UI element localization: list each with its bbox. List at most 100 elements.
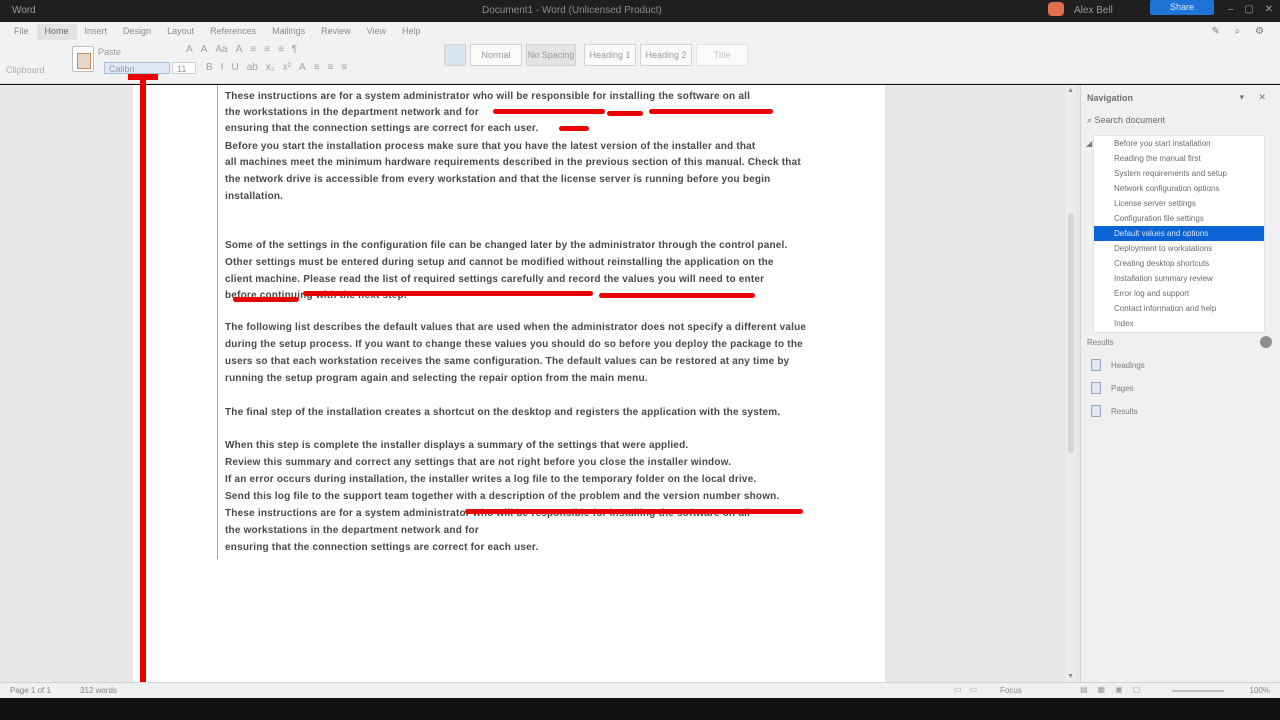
tab-insert[interactable]: Insert <box>77 24 116 40</box>
vertical-scrollbar[interactable]: ▲ ▼ <box>1066 85 1076 682</box>
pane-action[interactable]: Results <box>1091 405 1138 419</box>
tree-item[interactable]: Creating desktop shortcuts <box>1094 256 1264 271</box>
doc-line[interactable]: Before you start the installation proces… <box>225 141 755 152</box>
style-title[interactable]: Title <box>696 44 748 66</box>
shrink-font-icon[interactable]: A <box>201 44 208 55</box>
doc-line[interactable]: Send this log file to the support team t… <box>225 491 779 502</box>
tab-layout[interactable]: Layout <box>159 24 202 40</box>
style-heading1[interactable]: Heading 1 <box>584 44 636 66</box>
bold-icon[interactable]: B <box>206 62 213 73</box>
doc-line[interactable]: Other settings must be entered during se… <box>225 257 774 268</box>
bullets-icon[interactable]: ≡ <box>250 44 256 55</box>
heading-tree: ◢ Before you start installation Reading … <box>1086 135 1265 333</box>
tab-review[interactable]: Review <box>313 24 359 40</box>
zoom-slider[interactable] <box>1172 690 1224 692</box>
tab-view[interactable]: View <box>359 24 394 40</box>
tree-item-selected[interactable]: Default values and options <box>1094 226 1264 241</box>
scroll-down-icon[interactable]: ▼ <box>1067 673 1074 680</box>
tree-item[interactable]: Contact information and help <box>1094 301 1264 316</box>
doc-line[interactable]: ensuring that the connection settings ar… <box>225 542 538 553</box>
doc-line[interactable]: These instructions are for a system admi… <box>225 91 750 102</box>
doc-line[interactable]: all machines meet the minimum hardware r… <box>225 157 801 168</box>
doc-line[interactable]: ensuring that the connection settings ar… <box>225 123 538 134</box>
italic-icon[interactable]: I <box>221 62 224 73</box>
tree-item[interactable]: Deployment to workstations <box>1094 241 1264 256</box>
font-name-input[interactable]: Calibri <box>104 62 170 74</box>
doc-line[interactable]: running the setup program again and sele… <box>225 373 648 384</box>
doc-line[interactable]: installation. <box>225 191 283 202</box>
user-avatar[interactable] <box>1048 2 1064 16</box>
tab-mailings[interactable]: Mailings <box>264 24 313 40</box>
grow-font-icon[interactable]: A <box>186 44 193 55</box>
superscript-icon[interactable]: x² <box>283 62 291 73</box>
collapse-icon[interactable]: ◢ <box>1086 139 1092 148</box>
layout-icons[interactable]: ▤▦▣▢ <box>1080 685 1150 694</box>
tree-item[interactable]: Configuration file settings <box>1094 211 1264 226</box>
tree-item[interactable]: Error log and support <box>1094 286 1264 301</box>
focus-mode-button[interactable]: Focus <box>1000 686 1022 695</box>
tree-item[interactable]: Before you start installation <box>1094 136 1264 151</box>
scroll-up-icon[interactable]: ▲ <box>1067 87 1074 94</box>
strikethrough-icon[interactable]: ab <box>247 62 258 73</box>
tree-item[interactable]: Reading the manual first <box>1094 151 1264 166</box>
pane-action[interactable]: Headings <box>1091 359 1145 373</box>
screen-bottom-edge <box>0 698 1280 720</box>
doc-line[interactable]: client machine. Please read the list of … <box>225 274 764 285</box>
doc-line[interactable]: during the setup process. If you want to… <box>225 339 803 350</box>
style-normal[interactable]: Normal <box>470 44 522 66</box>
view-mode-icons[interactable]: ▭▭ <box>954 685 985 694</box>
doc-line[interactable]: the network drive is accessible from eve… <box>225 174 771 185</box>
tree-item[interactable]: Network configuration options <box>1094 181 1264 196</box>
word-count[interactable]: 312 words <box>80 686 117 695</box>
subscript-icon[interactable]: x₂ <box>266 62 275 73</box>
pilcrow-icon[interactable]: ¶ <box>292 44 297 55</box>
tab-help[interactable]: Help <box>394 24 429 40</box>
tab-home[interactable]: Home <box>36 24 77 40</box>
style-no-spacing[interactable]: No Spacing <box>526 44 576 66</box>
word-app-window: Word Document1 - Word (Unlicensed Produc… <box>0 0 1280 720</box>
doc-line[interactable]: The following list describes the default… <box>225 322 806 333</box>
pane-search-input[interactable]: ⌕ Search document <box>1087 113 1271 127</box>
pane-close-icon[interactable]: ▾ ✕ <box>1239 92 1272 103</box>
doc-line[interactable]: the workstations in the department netwo… <box>225 525 479 536</box>
font-color-icon[interactable]: A <box>299 62 306 73</box>
align-left-icon[interactable]: ≡ <box>314 62 320 73</box>
align-right-icon[interactable]: ≡ <box>341 62 347 73</box>
numbering-icon[interactable]: ≡ <box>264 44 270 55</box>
style-heading2[interactable]: Heading 2 <box>640 44 692 66</box>
tab-file[interactable]: File <box>6 24 37 40</box>
document-page[interactable]: These instructions are for a system admi… <box>133 85 885 682</box>
doc-line[interactable]: The final step of the installation creat… <box>225 407 780 418</box>
page-count[interactable]: Page 1 of 1 <box>10 686 51 695</box>
paste-label[interactable]: Paste <box>98 46 121 58</box>
pane-action[interactable]: Pages <box>1091 382 1134 396</box>
doc-line[interactable]: users so that each workstation receives … <box>225 356 789 367</box>
doc-line[interactable]: Some of the settings in the configuratio… <box>225 240 788 251</box>
scrollbar-thumb[interactable] <box>1068 213 1074 453</box>
info-icon[interactable] <box>1260 336 1272 348</box>
font-size-input[interactable]: 11 <box>172 62 196 74</box>
zoom-percent[interactable]: 100% <box>1250 686 1270 695</box>
style-selected-swatch[interactable] <box>444 44 466 66</box>
user-name[interactable]: Alex Bell <box>1074 5 1113 16</box>
change-case-icon[interactable]: Aa <box>215 44 227 55</box>
ribbon-right-tools[interactable]: ✎ ⌕ ⚙ <box>1211 26 1270 37</box>
paste-icon[interactable] <box>72 46 94 72</box>
doc-line[interactable]: When this step is complete the installer… <box>225 440 688 451</box>
doc-line[interactable]: Review this summary and correct any sett… <box>225 457 731 468</box>
doc-line[interactable]: If an error occurs during installation, … <box>225 474 756 485</box>
tree-item[interactable]: Installation summary review <box>1094 271 1264 286</box>
tab-design[interactable]: Design <box>115 24 159 40</box>
multilevel-icon[interactable]: ≡ <box>278 44 284 55</box>
underline-icon[interactable]: U <box>231 62 238 73</box>
window-controls[interactable]: – ▢ ✕ <box>1228 4 1277 15</box>
tab-references[interactable]: References <box>202 24 264 40</box>
headings-icon <box>1091 359 1101 371</box>
tree-item[interactable]: Index <box>1094 316 1264 331</box>
align-center-icon[interactable]: ≡ <box>328 62 334 73</box>
doc-line[interactable]: the workstations in the department netwo… <box>225 107 479 118</box>
clear-format-icon[interactable]: A <box>236 44 243 55</box>
tree-item[interactable]: License server settings <box>1094 196 1264 211</box>
share-button[interactable]: Share <box>1150 0 1214 15</box>
tree-item[interactable]: System requirements and setup <box>1094 166 1264 181</box>
